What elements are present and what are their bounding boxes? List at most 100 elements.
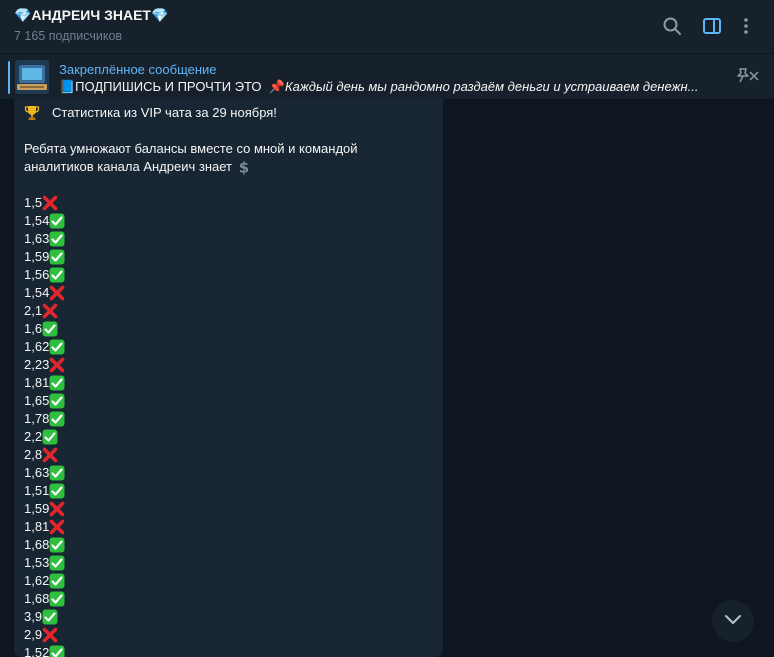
result-value: 2,23 [24, 357, 50, 372]
result-value: 2,9 [24, 627, 43, 642]
message-text: Статистика из VIP чата за 29 ноября! Реб… [24, 98, 424, 657]
result-row: 3,9 [24, 608, 424, 626]
check-mark-icon [49, 267, 65, 283]
result-row: 1,68 [24, 536, 424, 554]
result-value: 1,65 [24, 393, 50, 408]
results-list: 1,5 1,54 1,63 1,59 1,56 1,54 2,1 1,6 1,62 2,23 1,8… [24, 194, 424, 657]
check-mark-icon [42, 429, 58, 445]
cross-mark-icon [42, 303, 58, 319]
cross-mark-icon [49, 285, 65, 301]
check-mark-icon [42, 321, 58, 337]
channel-title[interactable]: 💎АНДРЕИЧ ЗНАЕТ💎 [14, 7, 168, 24]
result-row: 2,8 [24, 446, 424, 464]
cross-mark-icon [49, 357, 65, 373]
result-row: 1,63 [24, 230, 424, 248]
result-row: 1,81 [24, 374, 424, 392]
result-row: 1,56 [24, 266, 424, 284]
result-row: 2,23 [24, 356, 424, 374]
cross-mark-icon [42, 627, 58, 643]
result-row: 1,63 [24, 464, 424, 482]
result-value: 1,5 [24, 195, 43, 210]
search-icon[interactable] [660, 14, 684, 38]
check-mark-icon [49, 573, 65, 589]
check-mark-icon [49, 339, 65, 355]
result-value: 1,62 [24, 573, 50, 588]
more-icon[interactable] [734, 14, 758, 38]
result-value: 3,9 [24, 609, 43, 624]
pinned-indicator [8, 61, 10, 94]
pinned-main-text: 📘ПОДПИШИСЬ И ПРОЧТИ ЭТО [59, 79, 262, 94]
check-mark-icon [49, 375, 65, 391]
unpin-icon[interactable] [731, 64, 761, 88]
check-mark-icon [42, 609, 58, 625]
result-value: 1,63 [24, 465, 50, 480]
result-row: 1,68 [24, 590, 424, 608]
trophy-icon [24, 105, 40, 121]
result-value: 1,68 [24, 537, 50, 552]
pinned-preview: 📘ПОДПИШИСЬ И ПРОЧТИ ЭТО 📌Каждый день мы … [59, 79, 714, 95]
cross-mark-icon [42, 447, 58, 463]
sidebar-toggle-icon[interactable] [700, 14, 724, 38]
scroll-down-button[interactable] [712, 600, 754, 642]
stats-header-text: Статистика из VIP чата за 29 ноября! [52, 105, 277, 120]
result-row: 1,62 [24, 338, 424, 356]
check-mark-icon [49, 591, 65, 607]
message-bubble: Статистика из VIP чата за 29 ноября! Реб… [14, 98, 443, 657]
chevron-down-icon [722, 608, 744, 635]
result-row: 2,1 [24, 302, 424, 320]
result-value: 2,8 [24, 447, 43, 462]
result-row: 1,62 [24, 572, 424, 590]
pinned-italic-text: Каждый день мы рандомно раздаём деньги и… [284, 79, 699, 94]
intro-line-2-text: аналитиков канала Андреич знает [24, 159, 232, 174]
result-value: 1,78 [24, 411, 50, 426]
cross-mark-icon [49, 519, 65, 535]
check-mark-icon [49, 393, 65, 409]
result-row: 1,53 [24, 554, 424, 572]
result-value: 1,52 [24, 645, 50, 657]
check-mark-icon [49, 555, 65, 571]
pinned-message-bar[interactable]: Закреплённое сообщение 📘ПОДПИШИСЬ И ПРОЧ… [0, 53, 774, 99]
check-mark-icon [49, 411, 65, 427]
result-value: 1,59 [24, 501, 50, 516]
check-mark-icon [49, 465, 65, 481]
check-mark-icon [49, 249, 65, 265]
result-row: 1,78 [24, 410, 424, 428]
subscriber-count: 7 165 подписчиков [14, 29, 123, 43]
svg-text:$: $ [239, 159, 249, 175]
check-mark-icon [49, 645, 65, 657]
pinned-label: Закреплённое сообщение [59, 62, 217, 77]
result-row: 1,54 [24, 284, 424, 302]
result-value: 2,1 [24, 303, 43, 318]
check-mark-icon [49, 231, 65, 247]
result-row: 1,59 [24, 248, 424, 266]
result-row: 2,2 [24, 428, 424, 446]
result-row: 1,51 [24, 482, 424, 500]
intro-line-1: Ребята умножают балансы вместе со мной и… [24, 141, 358, 156]
result-row: 1,81 [24, 518, 424, 536]
cross-mark-icon [42, 195, 58, 211]
result-value: 1,54 [24, 285, 50, 300]
chat-header: 💎АНДРЕИЧ ЗНАЕТ💎 7 165 подписчиков [0, 0, 774, 53]
result-row: 1,6 [24, 320, 424, 338]
pin-emoji: 📌 [268, 79, 285, 94]
result-row: 1,59 [24, 500, 424, 518]
result-row: 2,9 [24, 626, 424, 644]
result-value: 1,54 [24, 213, 50, 228]
pinned-thumbnail [15, 60, 49, 94]
result-value: 1,59 [24, 249, 50, 264]
result-value: 1,56 [24, 267, 50, 282]
result-value: 1,6 [24, 321, 43, 336]
result-value: 1,51 [24, 483, 50, 498]
result-value: 1,53 [24, 555, 50, 570]
result-value: 1,63 [24, 231, 50, 246]
result-row: 1,54 [24, 212, 424, 230]
result-row: 1,52 [24, 644, 424, 657]
result-value: 1,68 [24, 591, 50, 606]
result-value: 1,62 [24, 339, 50, 354]
intro-line-2: аналитиков канала Андреич знает $ [24, 158, 424, 176]
check-mark-icon [49, 213, 65, 229]
result-row: 1,5 [24, 194, 424, 212]
dollar-icon: $ [236, 159, 252, 175]
result-row: 1,65 [24, 392, 424, 410]
check-mark-icon [49, 537, 65, 553]
